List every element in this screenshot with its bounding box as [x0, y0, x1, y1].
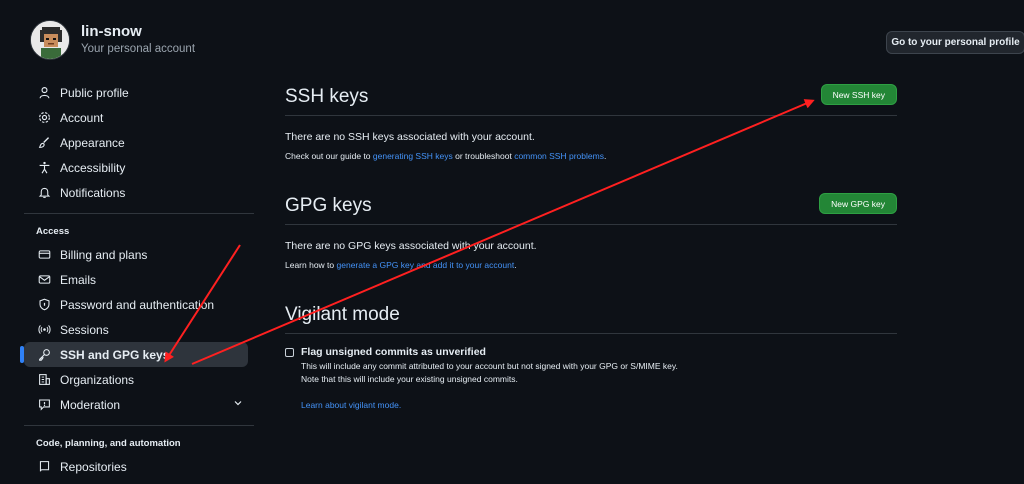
bell-icon	[36, 185, 52, 201]
sidebar-item-notifications[interactable]: Notifications	[24, 180, 254, 205]
vigilant-mode-option: Flag unsigned commits as unverified This…	[285, 346, 897, 410]
ssh-keys-title: SSH keys	[285, 86, 369, 107]
sidebar-item-label: Accessibility	[60, 160, 126, 175]
gpg-learn-text: Learn how to generate a GPG key and add …	[285, 260, 897, 270]
sidebar-section-access: Access	[36, 226, 70, 237]
gpg-learn-suffix: .	[514, 260, 517, 270]
gpg-keys-header: GPG keys New GPG key	[285, 193, 897, 225]
sidebar-section-code: Code, planning, and automation	[36, 438, 181, 449]
sidebar-item-label: Repositories	[60, 459, 127, 474]
sidebar-item-label: Public profile	[60, 85, 129, 100]
sidebar-item-accessibility[interactable]: Accessibility	[24, 155, 254, 180]
vigilant-description-1: This will include any commit attributed …	[301, 361, 678, 371]
ssh-guide-middle: or troubleshoot	[452, 151, 515, 161]
report-icon	[36, 397, 52, 413]
vigilant-description-2: Note that this will include your existin…	[301, 374, 518, 384]
go-to-profile-button[interactable]: Go to your personal profile	[886, 31, 1024, 54]
gpg-learn-prefix: Learn how to	[285, 260, 337, 270]
sidebar-item-label: Sessions	[60, 322, 109, 337]
account-header: lin-snow Your personal account	[30, 20, 195, 60]
common-ssh-problems-link[interactable]: common SSH problems	[514, 151, 604, 161]
vigilant-mode-header: Vigilant mode	[285, 302, 897, 334]
sidebar-item-account[interactable]: Account	[24, 105, 254, 130]
mail-icon	[36, 272, 52, 288]
avatar[interactable]	[30, 20, 70, 60]
ssh-guide-prefix: Check out our guide to	[285, 151, 373, 161]
sidebar-item-moderation[interactable]: Moderation	[24, 392, 254, 417]
sidebar-item-sessions[interactable]: Sessions	[24, 317, 254, 342]
sidebar-item-label: Moderation	[60, 397, 121, 412]
gpg-empty-message: There are no GPG keys associated with yo…	[285, 240, 537, 252]
sidebar-item-label: Notifications	[60, 185, 126, 200]
organization-icon	[36, 372, 52, 388]
sidebar-item-repositories[interactable]: Repositories	[24, 454, 254, 479]
key-icon	[36, 347, 52, 363]
gpg-keys-title: GPG keys	[285, 195, 372, 216]
sidebar-item-billing[interactable]: Billing and plans	[24, 242, 254, 267]
new-gpg-key-button[interactable]: New GPG key	[819, 193, 897, 214]
broadcast-icon	[36, 322, 52, 338]
sidebar-item-label: SSH and GPG keys	[60, 347, 170, 362]
main-content: SSH keys New SSH key There are no SSH ke…	[285, 84, 897, 410]
sidebar-item-label: Account	[60, 110, 104, 125]
vigilant-checkbox-label[interactable]: Flag unsigned commits as unverified	[301, 346, 678, 358]
person-icon	[36, 85, 52, 101]
paintbrush-icon	[36, 135, 52, 151]
sidebar-item-label: Password and authentication	[60, 297, 215, 312]
repo-icon	[36, 459, 52, 475]
sidebar-divider	[24, 213, 254, 214]
sidebar-divider	[24, 425, 254, 426]
sidebar-item-ssh-gpg-keys[interactable]: SSH and GPG keys	[20, 342, 248, 367]
settings-sidebar: Public profile Account Appearance Access…	[20, 80, 254, 479]
sidebar-item-label: Appearance	[60, 135, 125, 150]
sidebar-item-label: Emails	[60, 272, 97, 287]
generating-ssh-keys-link[interactable]: generating SSH keys	[373, 151, 453, 161]
generate-gpg-key-link[interactable]: generate a GPG key and add it to your ac…	[337, 260, 515, 270]
shield-lock-icon	[36, 297, 52, 313]
new-ssh-key-button[interactable]: New SSH key	[820, 84, 897, 105]
sidebar-item-password[interactable]: Password and authentication	[24, 292, 254, 317]
ssh-guide-suffix: .	[603, 151, 607, 161]
learn-vigilant-mode-link[interactable]: Learn about vigilant mode.	[301, 400, 678, 410]
ssh-guide-text: Check out our guide to generating SSH ke…	[285, 151, 897, 161]
sidebar-item-label: Organizations	[60, 372, 135, 387]
sidebar-item-emails[interactable]: Emails	[24, 267, 254, 292]
sidebar-item-organizations[interactable]: Organizations	[24, 367, 254, 392]
chevron-down-icon[interactable]	[232, 397, 244, 412]
sidebar-item-public-profile[interactable]: Public profile	[24, 80, 254, 105]
credit-card-icon	[36, 247, 52, 263]
gear-icon	[36, 110, 52, 126]
username[interactable]: lin-snow	[81, 23, 195, 41]
ssh-keys-header: SSH keys New SSH key	[285, 84, 897, 116]
vigilant-mode-title: Vigilant mode	[285, 304, 400, 325]
vigilant-mode-checkbox[interactable]	[285, 348, 294, 357]
accessibility-icon	[36, 160, 52, 176]
account-subtitle: Your personal account	[81, 43, 196, 55]
ssh-empty-message: There are no SSH keys associated with yo…	[285, 131, 535, 143]
sidebar-item-appearance[interactable]: Appearance	[24, 130, 254, 155]
sidebar-item-label: Billing and plans	[60, 247, 148, 262]
